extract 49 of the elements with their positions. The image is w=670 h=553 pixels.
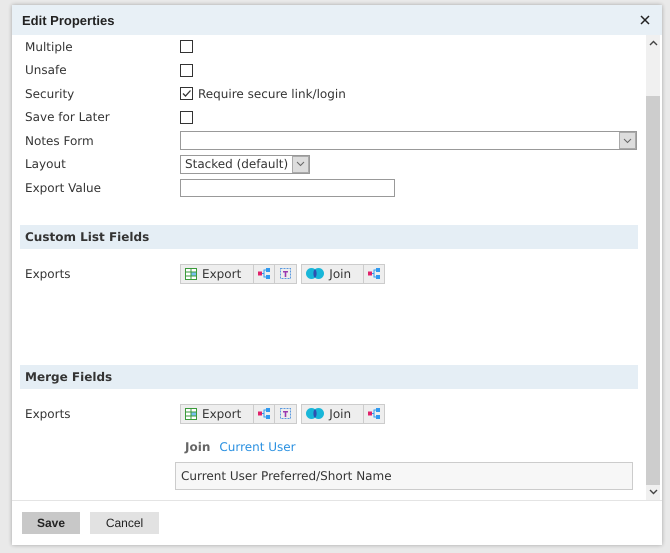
field-label: Export Value <box>24 181 102 195</box>
table-icon <box>185 268 197 280</box>
field-label: Layout <box>24 157 67 172</box>
checkbox[interactable] <box>180 40 193 54</box>
section-header: Merge Fields <box>20 365 638 389</box>
join-button[interactable]: Join <box>302 264 364 283</box>
node-icon <box>368 408 380 420</box>
field-label: Multiple <box>24 40 74 54</box>
text-field-button[interactable] <box>275 404 296 423</box>
join-button[interactable]: Join <box>302 404 364 423</box>
checkbox[interactable] <box>180 110 193 124</box>
text-box-icon <box>279 267 292 280</box>
share-node-button[interactable] <box>364 264 384 283</box>
field-label: Unsafe <box>24 63 68 78</box>
table-icon <box>185 408 197 420</box>
overlapping-circles-icon <box>306 268 324 280</box>
node-icon <box>368 268 380 280</box>
overlapping-circles-icon <box>306 408 324 420</box>
share-node-button[interactable] <box>254 264 276 283</box>
checkbox[interactable] <box>180 64 193 77</box>
merge-field-value[interactable]: Current User Preferred/Short Name <box>175 462 633 490</box>
field-label: Exports <box>24 406 72 421</box>
join-label: Join <box>183 440 210 454</box>
notes-form-dropdown[interactable] <box>180 131 637 150</box>
layout-dropdown[interactable]: Stacked (default) <box>180 154 310 174</box>
share-node-button[interactable] <box>364 404 384 423</box>
input-field[interactable] <box>180 179 395 197</box>
chevron-down-icon[interactable] <box>648 489 658 495</box>
section-header: Custom List Fields <box>20 225 638 249</box>
export-button[interactable]: Export <box>181 264 254 283</box>
text-field-button[interactable] <box>275 264 296 283</box>
field-label: Security <box>24 86 76 101</box>
field-label: Notes Form <box>24 134 95 148</box>
save-button[interactable]: Save <box>22 512 80 534</box>
cancel-button[interactable]: Cancel <box>90 512 159 534</box>
field-label: Save for Later <box>24 110 111 124</box>
text-box-icon <box>279 407 292 420</box>
export-button[interactable]: Export <box>181 404 254 423</box>
checkbox[interactable] <box>180 87 193 100</box>
share-node-button[interactable] <box>254 404 276 423</box>
chevron-up-icon[interactable] <box>648 40 658 46</box>
dialog-title: Edit Properties <box>22 12 114 28</box>
node-icon <box>258 408 270 420</box>
field-label: Exports <box>24 266 72 281</box>
checkbox-label: Require secure link/login <box>198 86 346 101</box>
close-icon[interactable] <box>640 15 650 25</box>
chevron-down-icon <box>623 138 632 144</box>
chevron-down-icon <box>296 161 306 168</box>
node-icon <box>258 268 270 280</box>
